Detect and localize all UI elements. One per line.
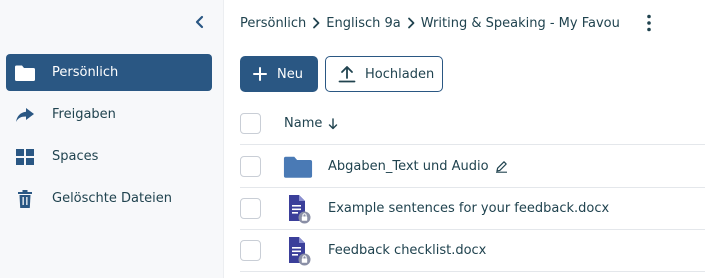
upload-button[interactable]: Hochladen [325,56,443,92]
table-row[interactable]: Abgaben_Text und Audio [240,146,705,188]
new-button[interactable]: Neu [240,56,318,92]
breadcrumb-item[interactable]: Persönlich [240,16,306,31]
folder-icon [283,153,313,181]
sidebar-item-label: Freigaben [52,107,116,122]
document-locked-icon [283,194,313,223]
breadcrumb: Persönlich Englisch 9a Writing & Speakin… [240,13,620,33]
chevron-right-icon [401,17,421,29]
upload-icon [338,65,356,83]
document-locked-icon [283,236,313,265]
sidebar-item-label: Persönlich [52,65,119,80]
share-arrow-icon [14,104,36,126]
row-checkbox[interactable] [240,156,261,177]
folder-icon [14,62,36,84]
table-header: Name [240,103,705,145]
row-checkbox[interactable] [240,240,261,261]
chevron-right-icon [306,17,326,29]
sidebar-item-geloeschte-dateien[interactable]: Gelöschte Dateien [6,180,212,217]
file-name[interactable]: Feedback checklist.docx [328,243,486,258]
plus-icon [253,67,267,81]
breadcrumb-item-current[interactable]: Writing & Speaking - My Favou... [421,16,620,31]
sidebar: Persönlich Freigaben Spaces Gelöschte Da… [0,0,224,278]
sidebar-item-label: Spaces [52,149,99,164]
upload-button-label: Hochladen [365,66,435,82]
table-row[interactable]: Example sentences for your feedback.docx [240,188,705,230]
name-column-label: Name [284,116,323,131]
kebab-menu-icon[interactable] [639,12,659,34]
sidebar-item-persoenlich[interactable]: Persönlich [6,54,212,91]
file-name[interactable]: Abgaben_Text und Audio [328,159,489,174]
file-name[interactable]: Example sentences for your feedback.docx [328,201,609,216]
sidebar-item-freigaben[interactable]: Freigaben [6,96,212,133]
select-all-checkbox[interactable] [240,113,261,134]
grid-icon [14,146,36,168]
trash-icon [14,188,36,210]
row-checkbox[interactable] [240,198,261,219]
new-button-label: Neu [277,66,303,82]
sidebar-item-spaces[interactable]: Spaces [6,138,212,175]
sort-by-name[interactable]: Name [284,116,338,131]
table-row[interactable]: Feedback checklist.docx [240,230,705,272]
chevron-left-icon[interactable] [189,11,211,33]
breadcrumb-item[interactable]: Englisch 9a [326,16,400,31]
main-content: Persönlich Englisch 9a Writing & Speakin… [225,0,705,278]
sidebar-item-label: Gelöschte Dateien [52,191,172,206]
arrow-down-icon [328,117,338,130]
pencil-icon[interactable] [495,160,508,173]
